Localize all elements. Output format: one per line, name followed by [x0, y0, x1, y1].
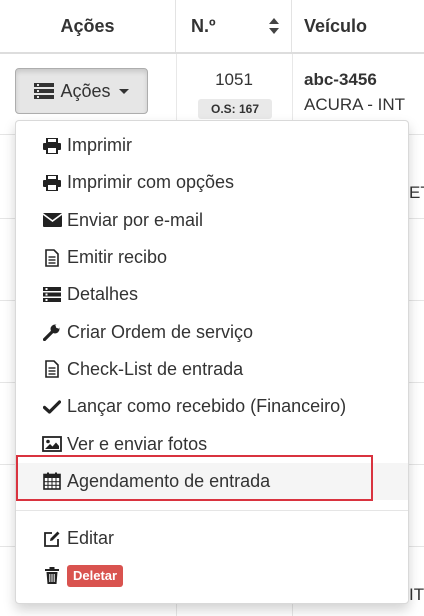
menu-item-imprimir-opcoes[interactable]: Imprimir com opções	[16, 164, 408, 201]
envelope-icon	[42, 210, 62, 230]
vehicle-model: ACURA - INT	[304, 95, 406, 114]
file-text-icon	[42, 359, 62, 379]
highlight-annotation	[16, 455, 373, 501]
menu-item-lancar-recebido[interactable]: Lançar como recebido (Financeiro)	[16, 388, 408, 425]
acoes-dropdown-menu: Imprimir Imprimir com opções Enviar por …	[15, 120, 409, 604]
os-badge: O.S: 167	[198, 99, 272, 119]
menu-item-label: Detalhes	[67, 284, 139, 305]
menu-item-label: Emitir recibo	[67, 247, 168, 268]
header-numero[interactable]: N.º	[176, 0, 292, 52]
menu-item-enviar-email[interactable]: Enviar por e-mail	[16, 202, 408, 239]
picture-icon	[42, 434, 62, 454]
menu-divider	[16, 509, 408, 511]
caret-down-icon	[118, 88, 129, 94]
check-icon	[42, 397, 62, 417]
print-icon	[42, 173, 62, 193]
list-icon	[34, 83, 55, 99]
acoes-dropdown-button[interactable]: Ações	[15, 68, 148, 114]
menu-item-detalhes[interactable]: Detalhes	[16, 276, 408, 313]
edit-icon	[42, 529, 62, 549]
sort-icon[interactable]	[269, 18, 279, 34]
delete-badge: Deletar	[67, 564, 124, 587]
vehicle-plate: abc-3456	[304, 70, 377, 89]
menu-item-checklist[interactable]: Check-List de entrada	[16, 351, 408, 388]
acoes-button-label: Ações	[60, 80, 111, 101]
vehicle-model-peek: ET	[409, 183, 424, 202]
header-numero-label: N.º	[191, 16, 216, 36]
menu-item-label: Editar	[67, 528, 115, 549]
table-header: Ações N.º Veículo	[0, 0, 424, 54]
print-icon	[42, 136, 62, 156]
list-icon	[42, 285, 62, 305]
menu-item-label: Imprimir	[67, 135, 132, 156]
header-acoes: Ações	[0, 0, 176, 52]
menu-item-emitir-recibo[interactable]: Emitir recibo	[16, 239, 408, 276]
menu-item-label: Check-List de entrada	[67, 358, 244, 379]
menu-item-imprimir[interactable]: Imprimir	[16, 127, 408, 164]
menu-item-label: Imprimir com opções	[67, 172, 235, 193]
menu-item-editar[interactable]: Editar	[16, 520, 408, 557]
file-text-icon	[42, 248, 62, 268]
header-veiculo: Veículo	[304, 16, 368, 36]
menu-item-label: Criar Ordem de serviço	[67, 321, 254, 342]
wrench-icon	[42, 322, 62, 342]
trash-icon	[42, 566, 62, 586]
menu-item-label: Ver e enviar fotos	[67, 433, 208, 454]
vehicle-model-peek: IT	[409, 585, 424, 604]
menu-item-label: Lançar como recebido (Financeiro)	[67, 396, 347, 417]
menu-item-deletar[interactable]: Deletar	[16, 557, 408, 594]
menu-item-label: Enviar por e-mail	[67, 209, 204, 230]
order-number: 1051	[215, 70, 253, 89]
menu-item-criar-os[interactable]: Criar Ordem de serviço	[16, 313, 408, 350]
